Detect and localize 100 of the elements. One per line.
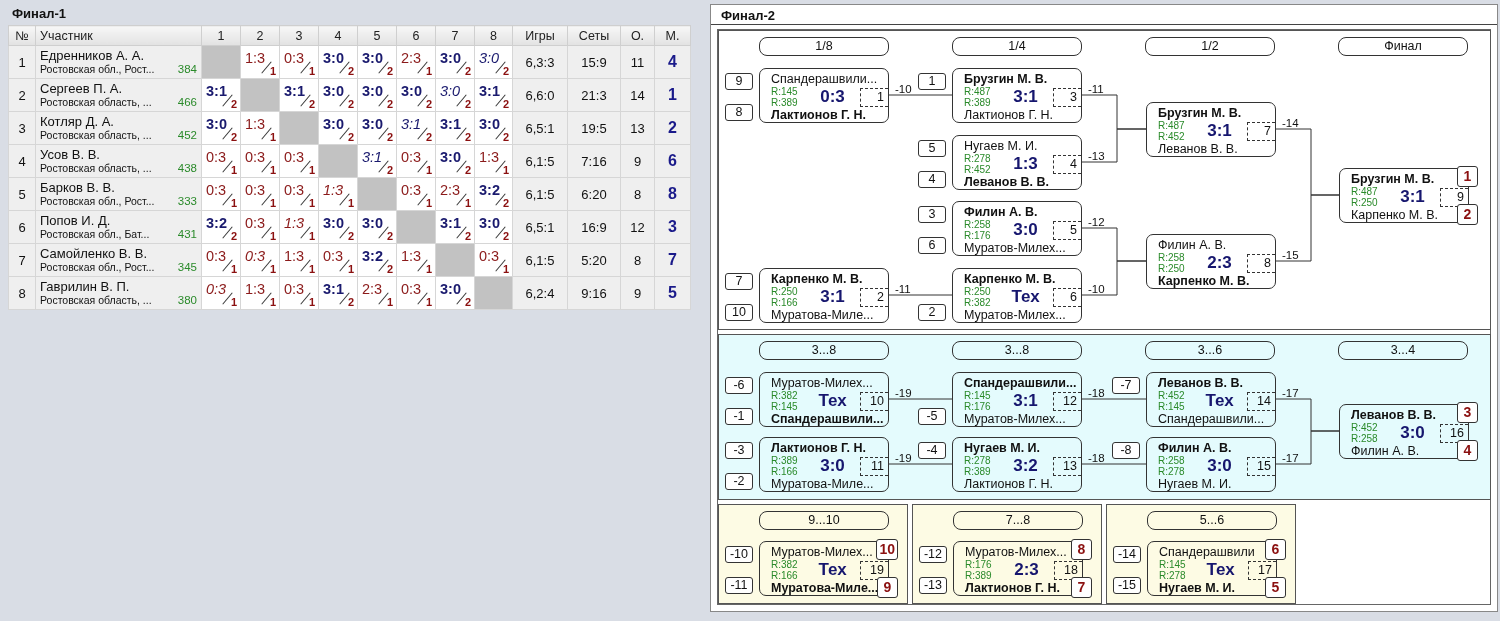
player-name: Спандерашвили...	[964, 376, 1077, 390]
rating-text: R:278	[964, 153, 992, 164]
match-points: 2	[502, 198, 509, 209]
match-points: 2	[464, 165, 471, 176]
player-name: Лактионов Г. Н.	[964, 108, 1054, 122]
match-score: 3:1	[1206, 121, 1233, 141]
region-text: Ростовская область, ...	[40, 129, 152, 142]
region-text: Ростовская обл., Рост...	[40, 63, 155, 76]
rating-value: 466	[177, 96, 197, 108]
player-name: Нугаев М. И.	[964, 139, 1038, 153]
match-points: 2	[464, 231, 471, 242]
seed-label: 3	[918, 206, 946, 223]
match-points: 1	[308, 66, 315, 77]
match-points: 1	[269, 198, 276, 209]
match-points: 2	[464, 66, 471, 77]
match-score: 3:2	[362, 248, 383, 264]
region-text: Ростовская обл., Рост...	[40, 195, 155, 208]
player-name: Леванов В. В.	[1158, 376, 1243, 390]
region-text: Ростовская обл., Рост...	[40, 261, 155, 274]
rating-text: R:278	[1158, 466, 1186, 477]
loser-label: -11	[895, 283, 911, 295]
match-score: Тех	[1010, 287, 1041, 307]
region-text: Ростовская область, ...	[40, 96, 152, 109]
loser-label: -15	[1282, 249, 1299, 261]
match-points: 1	[502, 264, 509, 275]
match-score: 1:3	[284, 215, 305, 231]
rating-value: 384	[177, 63, 197, 75]
seed-label: -10	[725, 546, 753, 563]
match-score: 3:1	[206, 83, 227, 99]
match-points: 1	[269, 264, 276, 275]
rating-value: 345	[177, 261, 197, 273]
match-score: 3:1	[362, 149, 383, 165]
match-score: 1:3	[323, 182, 344, 198]
player-name: Леванов В. В.	[964, 175, 1049, 189]
table-cell: 21:3	[567, 78, 621, 112]
match-score: 3:1	[440, 215, 461, 231]
table-cell: 7:16	[567, 144, 621, 178]
match-score: 3:1	[1012, 391, 1039, 411]
panel-title: Финал-1	[11, 5, 67, 23]
match-points: 1	[269, 165, 276, 176]
seed-label: 8	[725, 104, 753, 121]
player-name: Брузгин М. В.	[1351, 172, 1435, 186]
seed-label: -6	[725, 377, 753, 394]
match-points: 2	[347, 66, 354, 77]
seed-label: -14	[1113, 546, 1141, 563]
match-score: 0:3	[401, 182, 422, 198]
match-number: 2	[860, 287, 888, 307]
match-score: Тех	[1204, 391, 1235, 411]
table-cell: 6,2:4	[512, 276, 568, 310]
rating-text: R:382	[964, 297, 992, 308]
rating-text: R:389	[771, 455, 799, 466]
rating-text: R:145	[1158, 401, 1186, 412]
match-score: 3:0	[479, 50, 500, 66]
match-points: 2	[502, 132, 509, 143]
match-score: 3:2	[479, 182, 500, 198]
match-number: 15	[1247, 456, 1275, 476]
player-name: Муратов-Милех...	[771, 545, 873, 559]
rating-value: 431	[177, 228, 197, 240]
seed-label: -3	[725, 442, 753, 459]
participant-name: Барков В. В.	[40, 180, 116, 195]
player-name: Муратова-Миле...	[771, 581, 879, 595]
match-points: 1	[230, 198, 237, 209]
player-name: Филин А. В.	[1158, 238, 1227, 252]
place-badge: 2	[1457, 204, 1478, 225]
match-number: 3	[1053, 87, 1081, 107]
match-points: 1	[425, 264, 432, 275]
player-name: Брузгин М. В.	[1158, 106, 1242, 120]
seed-label: 2	[918, 304, 946, 321]
player-name: Леванов В. В.	[1351, 408, 1436, 422]
match-points: 2	[502, 66, 509, 77]
match-number: 4	[1053, 154, 1081, 174]
match-points: 1	[269, 231, 276, 242]
place-badge: 7	[1071, 577, 1092, 598]
match-points: 1	[308, 264, 315, 275]
rating-text: R:389	[964, 97, 992, 108]
match-score: 1:3	[479, 149, 500, 165]
loser-label: -18	[1088, 387, 1105, 399]
player-name: Муратова-Миле...	[771, 477, 874, 491]
match-points: 1	[308, 297, 315, 308]
player-name: Карпенко М. В.	[964, 272, 1056, 286]
match-score: 0:3	[245, 215, 266, 231]
panel-title: Финал-2	[711, 5, 1497, 25]
place-badge: 6	[1265, 539, 1286, 560]
match-score: 2:3	[440, 182, 461, 198]
match-points: 2	[386, 132, 393, 143]
match-number: 13	[1053, 456, 1081, 476]
table-cell: 5:20	[567, 243, 621, 277]
place-badge: 8	[1071, 539, 1092, 560]
match-score: 3:1	[479, 83, 500, 99]
rating-value: 452	[177, 129, 197, 141]
rating-text: R:389	[964, 466, 992, 477]
table-cell: 6:20	[567, 177, 621, 211]
match-points: 1	[230, 297, 237, 308]
match-score: 0:3	[401, 149, 422, 165]
rating-text: R:166	[771, 466, 799, 477]
match-score: Тех	[817, 391, 848, 411]
seed-label: 5	[918, 140, 946, 157]
seed-label: 1	[918, 73, 946, 90]
rating-text: R:250	[771, 286, 799, 297]
player-name: Брузгин М. В.	[964, 72, 1048, 86]
